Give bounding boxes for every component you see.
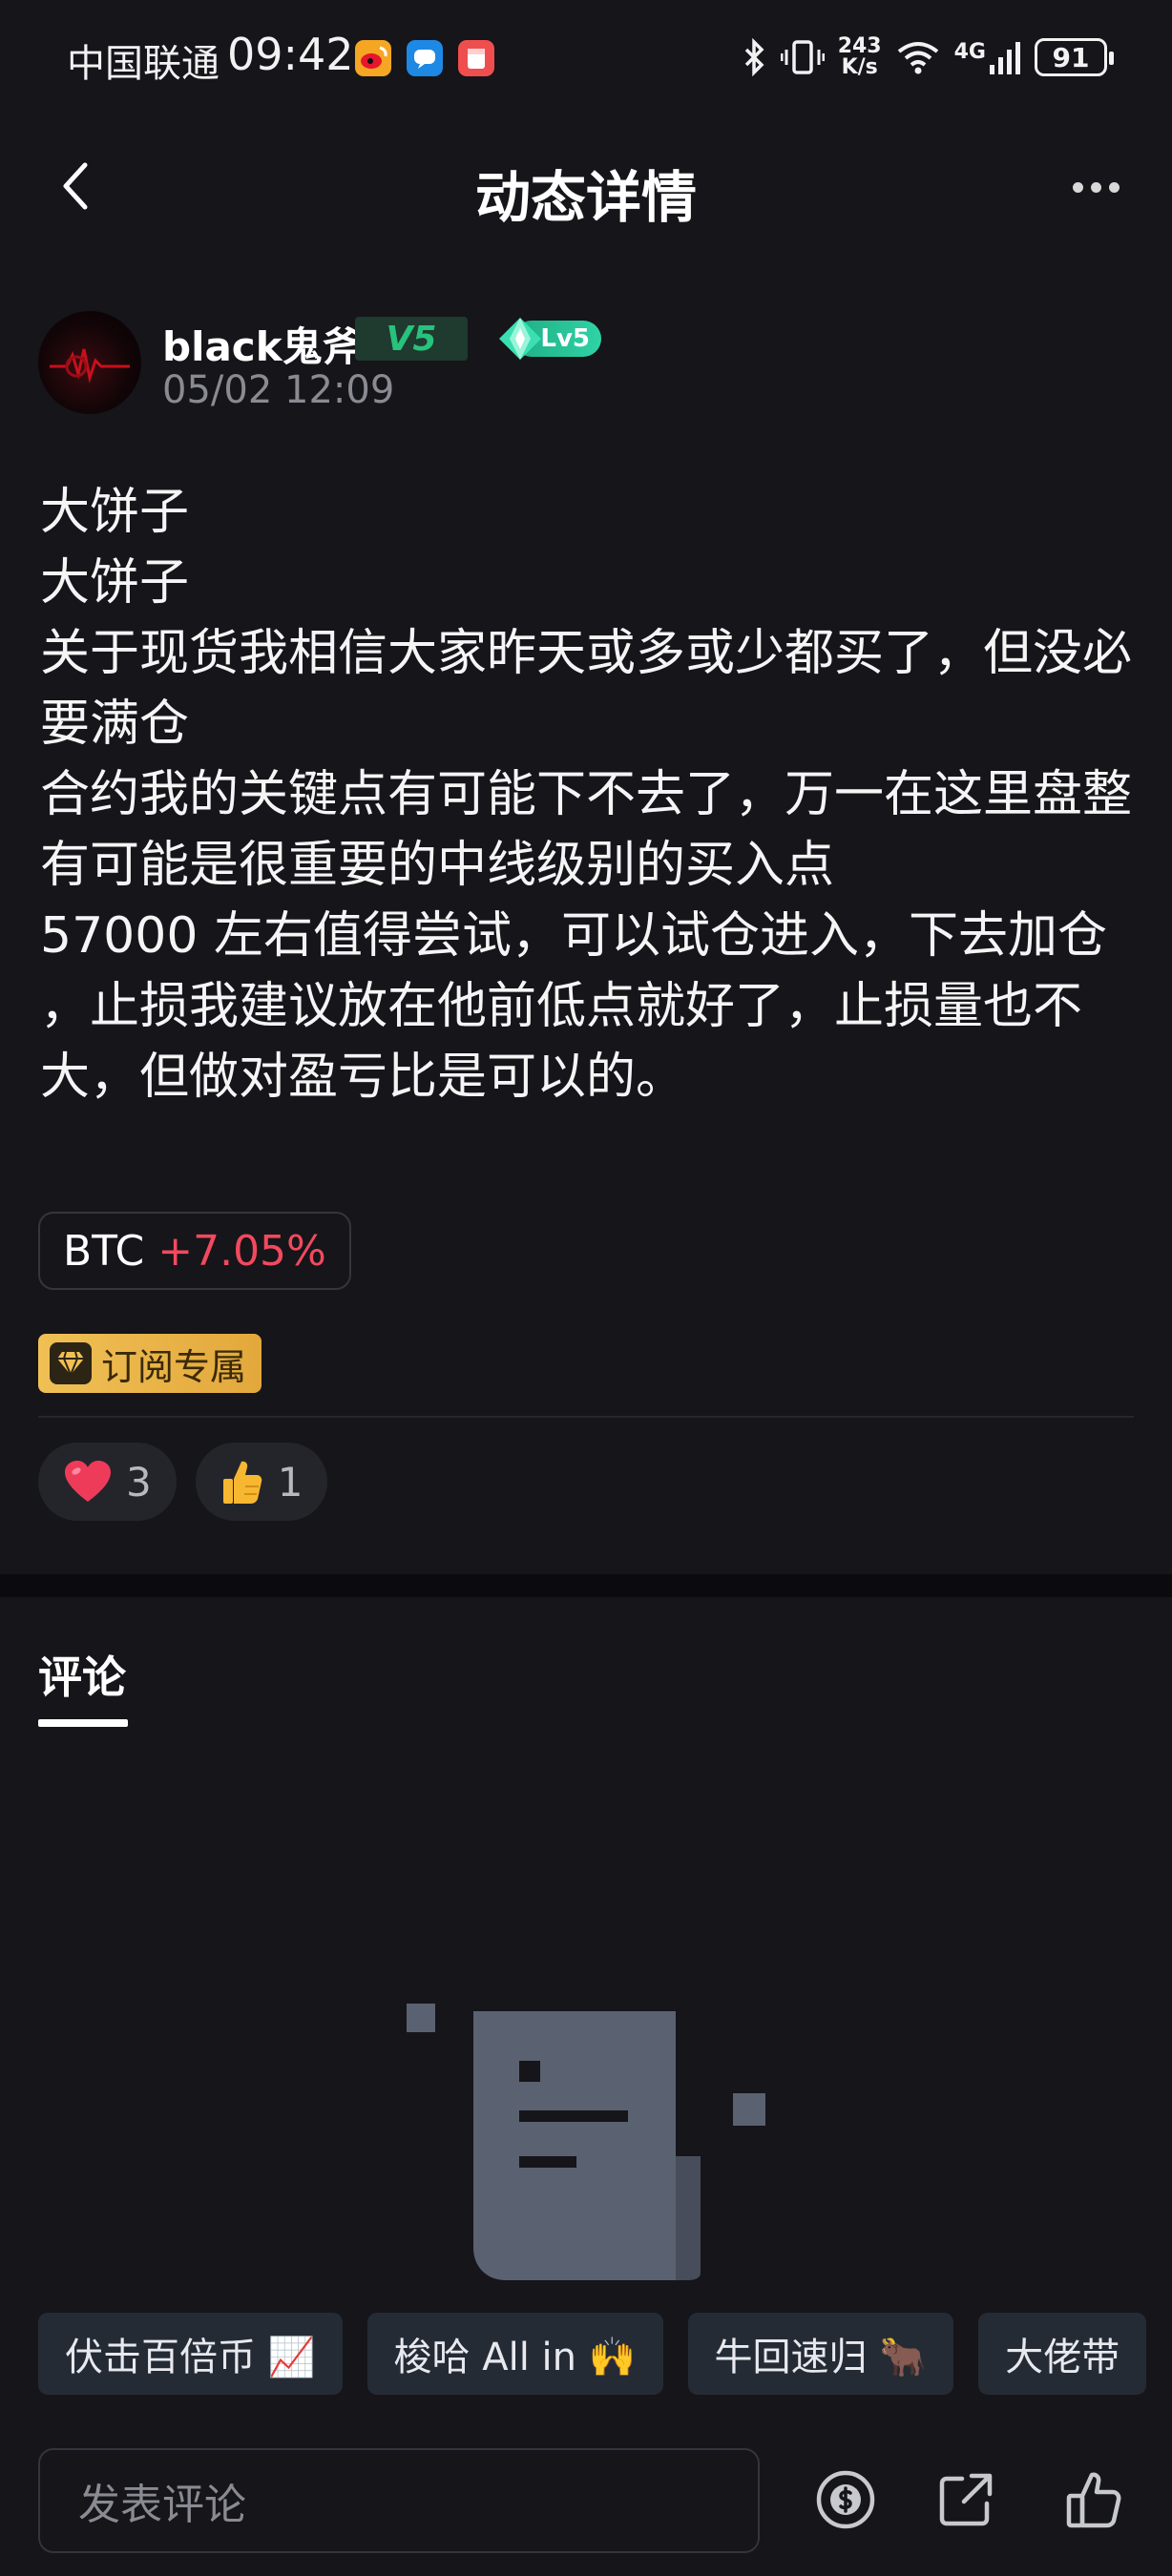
section-separator — [0, 1574, 1172, 1597]
thumbs-up-icon — [222, 1461, 262, 1504]
coin-dollar-icon — [816, 2470, 875, 2529]
diamond-icon — [50, 1342, 92, 1384]
notes-app-icon — [458, 40, 494, 76]
status-indicators: 243 K/s 4G 91 — [741, 29, 1114, 86]
coin-symbol: BTC — [63, 1226, 145, 1276]
diamond-icon — [499, 318, 541, 360]
reaction-bar: 3 1 — [38, 1443, 328, 1521]
share-icon — [939, 2473, 993, 2526]
quick-reply-chip[interactable]: 梭哈 All in 🙌 — [366, 2313, 663, 2395]
like-button[interactable] — [1057, 2463, 1130, 2536]
comment-input[interactable]: 发表评论 — [38, 2448, 760, 2553]
wifi-icon — [897, 42, 938, 74]
tab-comments[interactable]: 评论 — [38, 1643, 126, 1706]
post-content: 大饼子 大饼子 关于现货我相信大家昨天或多或少都买了，但没必要满仓 合约我的关键… — [40, 477, 1138, 1112]
top-nav-bar: 动态详情 — [0, 124, 1172, 248]
quick-reply-chips: 伏击百倍币 📈 梭哈 All in 🙌 牛回速归 🐂 大佬带 — [38, 2313, 1172, 2395]
network-type: 4G — [953, 40, 986, 64]
reaction-count: 3 — [126, 1458, 152, 1506]
carrier-name: 中国联通 — [67, 42, 220, 86]
quick-reply-chip[interactable]: 大佬带 — [978, 2313, 1147, 2395]
battery-level: 91 — [1052, 41, 1090, 73]
coin-price-change: +7.05% — [157, 1226, 326, 1276]
subscription-badge: 订阅专属 — [38, 1334, 262, 1393]
vip-badge: V5 — [355, 317, 468, 361]
coin-tag[interactable]: BTC +7.05% — [38, 1212, 351, 1290]
speed-value: 243 — [837, 34, 882, 58]
battery-indicator: 91 — [1035, 38, 1114, 76]
bottom-action-bar: 发表评论 — [0, 2441, 1172, 2576]
more-dot-icon — [1090, 181, 1101, 193]
post-line: 57000 左右值得尝试，可以试仓进入，下去加仓 — [40, 907, 1107, 965]
heart-icon — [65, 1461, 111, 1502]
tab-active-indicator — [38, 1719, 128, 1727]
tip-button[interactable] — [809, 2463, 882, 2536]
post-line: ，止损我建议放在他前低点就好了，止损量也不大，但做对盈亏比是可以的。 — [40, 978, 1083, 1106]
avatar-image — [50, 348, 130, 384]
user-level-badge: Lv5 — [496, 315, 601, 363]
quick-reply-chip[interactable]: 牛回速归 🐂 — [687, 2313, 954, 2395]
network-speed: 243 K/s — [838, 36, 882, 78]
more-dot-icon — [1108, 181, 1120, 193]
quick-reply-chip[interactable]: 伏击百倍币 📈 — [38, 2313, 343, 2395]
reaction-count: 1 — [277, 1458, 303, 1506]
author-name[interactable]: black鬼斧 — [162, 315, 363, 373]
post-line: 合约我的关键点有可能下不去了，万一在这里盘整有可能是很重要的中线级别的买入点 — [40, 766, 1133, 894]
avatar[interactable] — [38, 311, 141, 414]
weibo-app-icon — [355, 40, 391, 76]
divider — [38, 1416, 1134, 1418]
chat-app-icon — [407, 40, 443, 76]
post-line: 大饼子 — [40, 554, 190, 612]
post-timestamp: 05/02 12:09 — [162, 368, 395, 412]
signal-bars-icon — [990, 42, 1020, 74]
empty-comments-illustration — [407, 2004, 765, 2280]
speed-unit: K/s — [841, 55, 878, 79]
bluetooth-icon — [744, 38, 764, 76]
more-options-button[interactable] — [1057, 158, 1134, 216]
vibrate-icon — [780, 40, 825, 74]
post-line: 关于现货我相信大家昨天或多或少都买了，但没必要满仓 — [40, 625, 1133, 753]
status-bar: 中国联通 09:42 243 K/s 4G 91 — [0, 0, 1172, 114]
subscription-label: 订阅专属 — [101, 1345, 247, 1388]
thumbs-up-outline-icon — [1066, 2472, 1121, 2528]
reaction-thumbs-up[interactable]: 1 — [195, 1443, 328, 1521]
page-title: 动态详情 — [474, 165, 697, 230]
reaction-heart[interactable]: 3 — [38, 1443, 177, 1521]
post-line: 大饼子 — [40, 484, 190, 541]
author-info: black鬼斧 V5 Lv5 05/02 12:09 — [38, 311, 1136, 416]
share-button[interactable] — [930, 2463, 1002, 2536]
status-time: 09:42 — [227, 29, 354, 80]
cellular-signal: 4G — [954, 40, 1021, 74]
more-dot-icon — [1072, 181, 1083, 193]
